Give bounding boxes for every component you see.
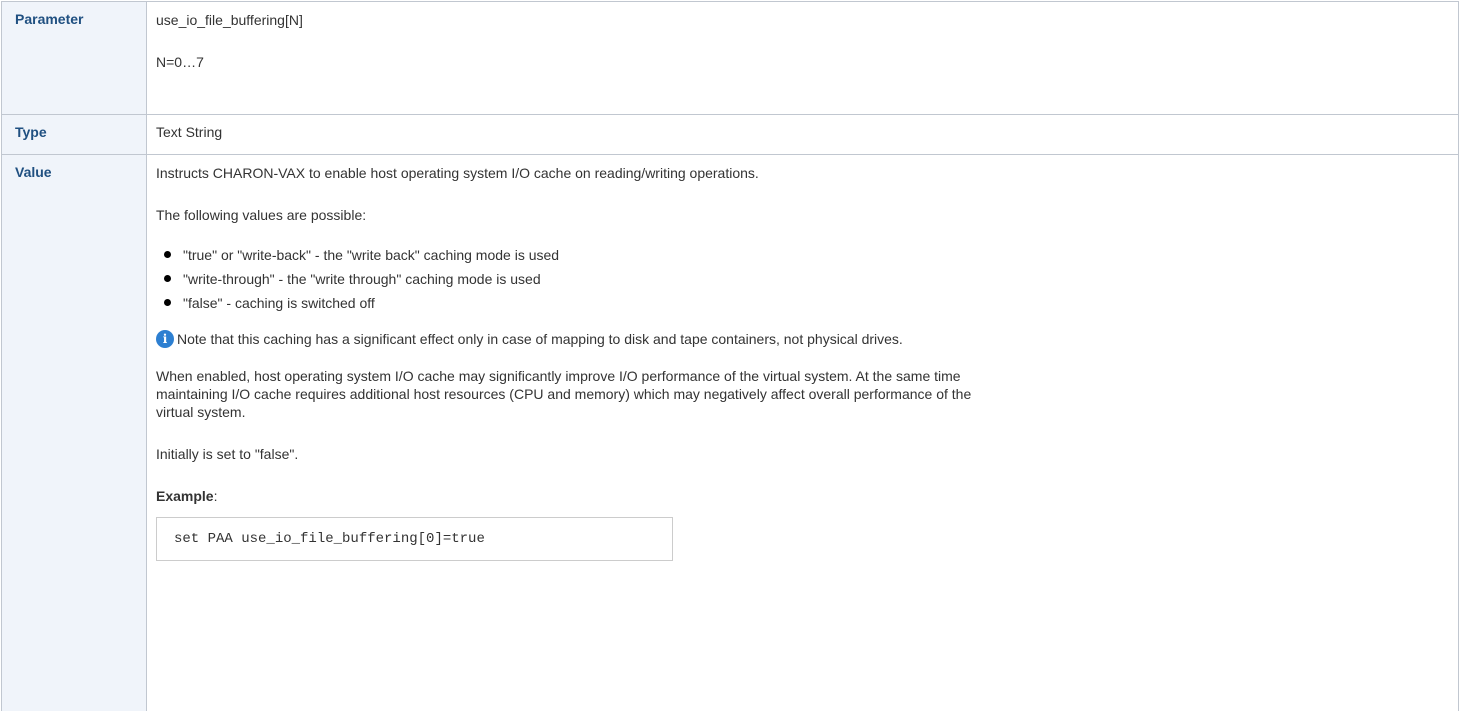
option-text: "true" or "write-back" - the "write back… [183,247,560,263]
performance-line-2: maintaining I/O cache requires additiona… [156,386,972,402]
parameter-table: Parameter use_io_file_buffering[N] N=0…7… [1,1,1459,711]
bullet-icon [164,299,171,306]
option-text: "write-through" - the "write through" ca… [183,271,541,287]
value-description: Instructs CHARON-VAX to enable host oper… [156,165,759,181]
parameter-header: Parameter [1,1,147,115]
performance-line-3: virtual system. [156,404,246,420]
values-intro: The following values are possible: [156,207,367,223]
bullet-icon [164,275,171,282]
parameter-cell: use_io_file_buffering[N] N=0…7 [146,1,1459,115]
example-colon: : [213,488,218,504]
parameter-name: use_io_file_buffering[N] [156,12,303,28]
page: Parameter use_io_file_buffering[N] N=0…7… [0,0,1460,711]
parameter-range: N=0…7 [156,54,204,70]
performance-line-1: When enabled, host operating system I/O … [156,368,961,384]
type-value: Text String [146,114,1459,155]
list-item: "write-through" - the "write through" ca… [156,270,1458,288]
option-text: "false" - caching is switched off [183,295,375,311]
example-label: Example [156,488,214,504]
type-header: Type [1,114,147,155]
initial-value-text: Initially is set to "false". [156,446,299,462]
value-cell: Instructs CHARON-VAX to enable host oper… [146,154,1459,711]
value-row: Value Instructs CHARON-VAX to enable hos… [1,154,1459,711]
list-item: "true" or "write-back" - the "write back… [156,246,1458,264]
example-heading: Example: [156,487,1458,505]
list-item: "false" - caching is switched off [156,294,1458,312]
info-note: i Note that this caching has a significa… [156,330,1458,348]
performance-text: When enabled, host operating system I/O … [156,367,1458,421]
info-icon: i [156,330,174,348]
value-header: Value [1,154,147,711]
options-list: "true" or "write-back" - the "write back… [156,246,1458,312]
parameter-row: Parameter use_io_file_buffering[N] N=0…7 [1,1,1459,115]
type-row: Type Text String [1,114,1459,155]
bullet-icon [164,251,171,258]
note-text: Note that this caching has a significant… [177,331,903,347]
code-block: set PAA use_io_file_buffering[0]=true [156,517,673,561]
